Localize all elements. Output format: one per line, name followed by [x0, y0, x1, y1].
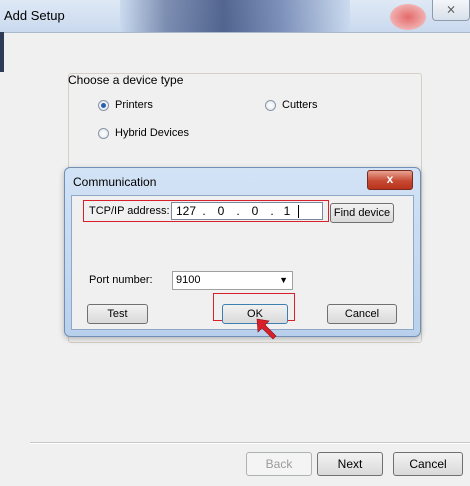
ip-octet[interactable]: 0: [242, 204, 268, 218]
ip-octet[interactable]: 1: [276, 204, 298, 218]
close-icon: ⨯: [445, 2, 457, 16]
device-type-legend: Choose a device type: [68, 73, 184, 87]
radio-printers-label: Printers: [115, 99, 153, 111]
ip-label: TCP/IP address:: [89, 205, 170, 217]
radio-unselected-icon: [98, 127, 109, 139]
find-device-button[interactable]: Find device: [330, 203, 394, 223]
radio-selected-icon: [98, 99, 109, 111]
radio-printers[interactable]: Printers: [98, 99, 153, 111]
radio-hybrid-devices[interactable]: Hybrid Devices: [98, 127, 189, 139]
window-title: Add Setup: [4, 8, 65, 23]
text-caret: [298, 204, 299, 218]
cancel-button[interactable]: Cancel: [393, 452, 463, 476]
add-setup-window: Add Setup ⨯ Choose a device type Printer…: [0, 0, 470, 486]
port-label: Port number:: [89, 274, 153, 286]
titlebar-background: [120, 0, 350, 32]
dialog-close-button[interactable]: x: [367, 170, 413, 190]
radio-unselected-icon: [265, 99, 276, 111]
next-button[interactable]: Next: [317, 452, 383, 476]
port-number-select[interactable]: 9100 ▼: [172, 271, 293, 290]
radio-cutters[interactable]: Cutters: [265, 99, 317, 111]
bottom-separator: [30, 442, 470, 444]
ip-octet[interactable]: 127: [172, 204, 200, 218]
test-button[interactable]: Test: [87, 304, 148, 324]
titlebar-decoration: [390, 4, 426, 30]
back-button[interactable]: Back: [246, 452, 312, 476]
dialog-client-area: TCP/IP address: 127 . 0 . 0 . 1 Find dev…: [71, 195, 414, 330]
ip-dot: .: [270, 204, 274, 218]
close-icon: x: [386, 172, 394, 186]
ip-octet[interactable]: 0: [208, 204, 234, 218]
communication-dialog: Communication x TCP/IP address: 127 . 0 …: [64, 167, 421, 337]
radio-cutters-label: Cutters: [282, 99, 318, 111]
ip-address-input[interactable]: 127 . 0 . 0 . 1: [171, 202, 323, 220]
port-value: 9100: [176, 274, 201, 286]
ip-dot: .: [236, 204, 240, 218]
chevron-down-icon: ▼: [279, 275, 288, 285]
dialog-cancel-button[interactable]: Cancel: [327, 304, 397, 324]
radio-hybrid-label: Hybrid Devices: [115, 127, 189, 139]
window-close-button[interactable]: ⨯: [432, 0, 470, 21]
dialog-title: Communication: [73, 175, 157, 189]
window-edge: [0, 32, 4, 72]
red-arrow-pointer-icon: [256, 318, 277, 340]
title-bar[interactable]: Add Setup: [0, 0, 470, 33]
ip-dot: .: [202, 204, 206, 218]
